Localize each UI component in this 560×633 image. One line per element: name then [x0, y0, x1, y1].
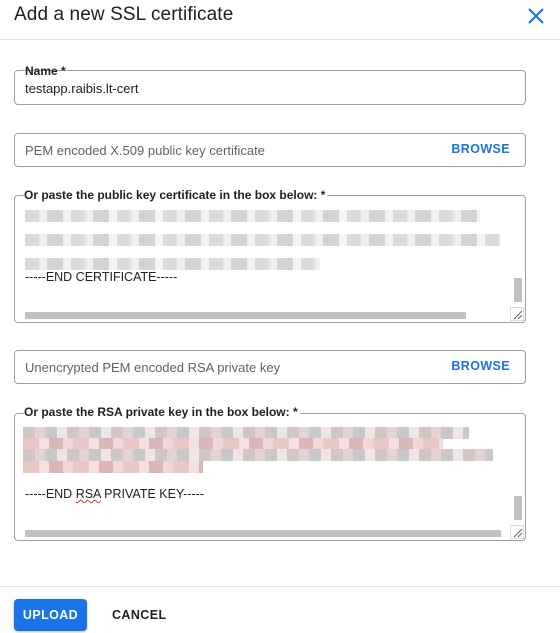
- public-cert-textarea[interactable]: -----END CERTIFICATE-----: [14, 195, 526, 323]
- private-key-end-line: -----END RSA PRIVATE KEY-----: [25, 487, 204, 501]
- vertical-scrollbar[interactable]: [514, 496, 522, 520]
- private-key-browse-button[interactable]: BROWSE: [451, 359, 510, 373]
- private-key-file-placeholder: Unencrypted PEM encoded RSA private key: [25, 360, 281, 375]
- end-line-prefix: -----END: [25, 487, 76, 501]
- end-line-suffix: PRIVATE KEY-----: [100, 487, 204, 501]
- public-cert-browse-button[interactable]: BROWSE: [451, 142, 510, 156]
- vertical-scrollbar[interactable]: [514, 278, 522, 302]
- public-cert-textarea-label: Or paste the public key certificate in t…: [24, 188, 328, 202]
- close-icon: [528, 8, 544, 24]
- name-field[interactable]: Name * testapp.raibis.lt-cert: [14, 64, 526, 105]
- public-cert-end-line: -----END CERTIFICATE-----: [25, 270, 178, 284]
- end-line-rsa: RSA: [75, 487, 101, 501]
- dialog-title: Add a new SSL certificate: [14, 4, 234, 25]
- dialog-header: Add a new SSL certificate: [0, 0, 560, 40]
- name-field-label: Name *: [25, 64, 66, 78]
- close-button[interactable]: [524, 4, 548, 28]
- redacted-line: [25, 210, 480, 222]
- dialog-footer: UPLOAD CANCEL: [0, 586, 560, 633]
- private-key-textarea-label: Or paste the RSA private key in the box …: [24, 405, 300, 419]
- horizontal-scrollbar[interactable]: [25, 312, 466, 319]
- horizontal-scrollbar[interactable]: [25, 530, 501, 537]
- upload-button[interactable]: UPLOAD: [14, 599, 87, 631]
- redacted-line: [25, 234, 500, 246]
- redacted-line: [25, 258, 320, 270]
- public-cert-file-input[interactable]: PEM encoded X.509 public key certificate…: [14, 133, 526, 167]
- resize-handle-icon[interactable]: [510, 525, 524, 539]
- cancel-button[interactable]: CANCEL: [104, 599, 174, 631]
- public-cert-file-placeholder: PEM encoded X.509 public key certificate: [25, 143, 265, 158]
- redacted-line: [23, 449, 493, 461]
- name-field-value[interactable]: testapp.raibis.lt-cert: [25, 81, 138, 96]
- private-key-file-input[interactable]: Unencrypted PEM encoded RSA private key …: [14, 350, 526, 384]
- resize-handle-icon[interactable]: [510, 307, 524, 321]
- redacted-line: [23, 461, 203, 473]
- private-key-textarea[interactable]: -----END RSA PRIVATE KEY-----: [14, 413, 526, 541]
